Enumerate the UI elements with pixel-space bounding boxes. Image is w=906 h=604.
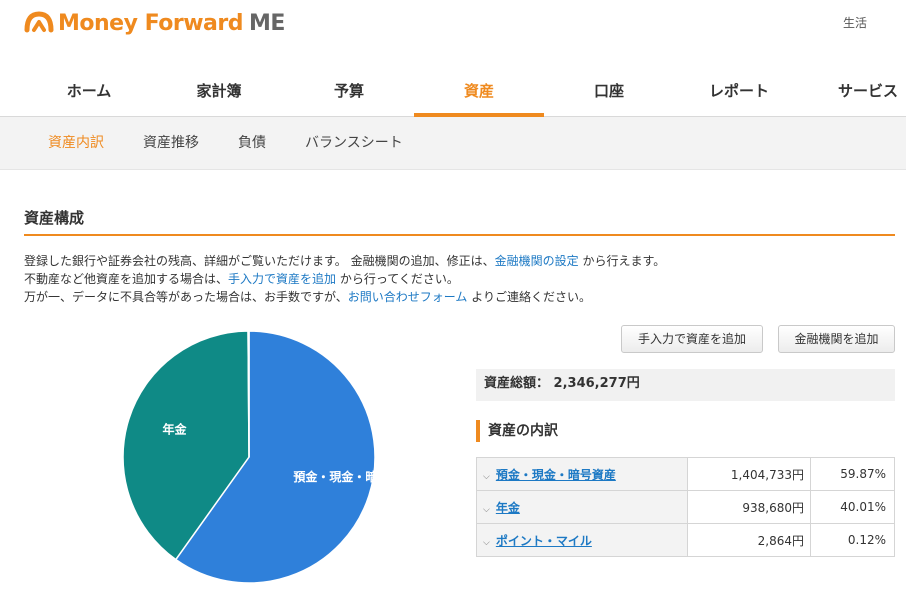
subnav-asset-breakdown[interactable]: 資産内訳 — [48, 117, 104, 169]
table-row: ⌵ 預金・現金・暗号資産 1,404,733円 59.87% — [476, 457, 895, 491]
asset-total-label: 資産総額： — [484, 376, 550, 391]
subnav-liabilities[interactable]: 負債 — [238, 117, 266, 169]
header: Money Forward ME 生活 — [0, 0, 906, 60]
amount-cell: 938,680円 — [687, 490, 811, 524]
gnav-services[interactable]: サービス — [804, 70, 906, 117]
manual-add-asset-button[interactable]: 手入力で資産を追加 — [621, 325, 763, 353]
description-line-1: 登録した銀行や証券会社の残高、詳細がご覧いただけます。 金融機関の追加、修正は、… — [24, 254, 666, 268]
global-nav: ホーム 家計簿 予算 資産 口座 レポート サービス — [0, 70, 906, 117]
category-link[interactable]: 年金 — [496, 501, 520, 515]
manual-asset-link[interactable]: 手入力で資産を追加 — [228, 272, 336, 286]
asset-total: 資産総額： 2,346,277円 — [476, 369, 895, 401]
contact-form-link[interactable]: お問い合わせフォーム — [348, 290, 468, 304]
asset-total-value: 2,346,277円 — [553, 376, 640, 391]
chevron-down-icon[interactable]: ⌵ — [483, 472, 490, 482]
category-link[interactable]: ポイント・マイル — [496, 534, 592, 548]
percent-cell: 40.01% — [810, 490, 895, 524]
logo[interactable]: Money Forward ME — [24, 8, 285, 38]
sub-nav: 資産内訳 資産推移 負債 バランスシート — [0, 117, 906, 170]
chevron-down-icon[interactable]: ⌵ — [483, 505, 490, 515]
gnav-home[interactable]: ホーム — [24, 70, 154, 117]
gnav-budget[interactable]: 予算 — [284, 70, 414, 117]
percent-cell: 59.87% — [810, 457, 895, 491]
chevron-down-icon[interactable]: ⌵ — [483, 538, 490, 548]
add-institution-button[interactable]: 金融機関を追加 — [778, 325, 895, 353]
percent-cell: 0.12% — [810, 523, 895, 557]
logo-text: Money Forward — [58, 10, 243, 36]
subnav-asset-trend[interactable]: 資産推移 — [143, 117, 199, 169]
amount-cell: 2,864円 — [687, 523, 811, 557]
breakdown-title: 資産の内訳 — [476, 420, 558, 442]
category-link[interactable]: 預金・現金・暗号資産 — [496, 468, 616, 482]
amount-cell: 1,404,733円 — [687, 457, 811, 491]
gnav-household-book[interactable]: 家計簿 — [154, 70, 284, 117]
pie-slice-label-1: 年金 — [163, 421, 188, 436]
money-forward-logo-icon — [24, 11, 54, 33]
asset-pie-chart: 預金・現金・暗号 年金 — [122, 330, 382, 584]
gnav-assets[interactable]: 資産 — [414, 70, 544, 117]
section-title: 資産構成 — [24, 207, 895, 236]
subnav-balance-sheet[interactable]: バランスシート — [305, 117, 403, 169]
description-line-3: 万が一、データに不具合等があった場合は、お手数ですが、お問い合わせフォーム より… — [24, 290, 591, 304]
header-link-life[interactable]: 生活 — [843, 14, 867, 31]
logo-suffix: ME — [248, 10, 285, 36]
pie-slice-2[interactable] — [247, 330, 250, 458]
description-line-2: 不動産など他資産を追加する場合は、手入力で資産を追加 から行ってください。 — [24, 272, 459, 286]
institution-settings-link[interactable]: 金融機関の設定 — [495, 254, 579, 268]
gnav-report[interactable]: レポート — [674, 70, 804, 117]
pie-slice-label-0: 預金・現金・暗号 — [293, 469, 382, 484]
breakdown-table: ⌵ 預金・現金・暗号資産 1,404,733円 59.87% ⌵ 年金 938,68… — [476, 457, 895, 557]
table-row: ⌵ ポイント・マイル 2,864円 0.12% — [476, 523, 895, 557]
gnav-accounts[interactable]: 口座 — [544, 70, 674, 117]
table-row: ⌵ 年金 938,680円 40.01% — [476, 490, 895, 524]
